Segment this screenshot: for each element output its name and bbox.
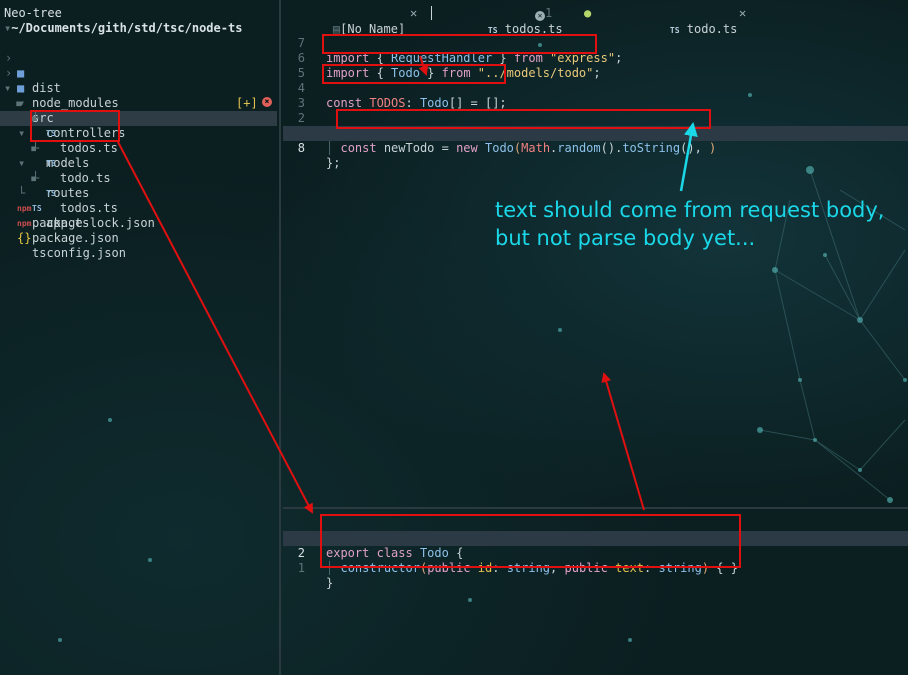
arrow-models-to-class (117, 141, 313, 514)
annotation-note: text should come from request body, but … (495, 198, 885, 250)
arrow-import-to-todos (418, 55, 429, 76)
arrow-class-up (601, 372, 645, 511)
arrow-note-to-arg (679, 122, 698, 192)
annotation-arrows (117, 55, 698, 514)
